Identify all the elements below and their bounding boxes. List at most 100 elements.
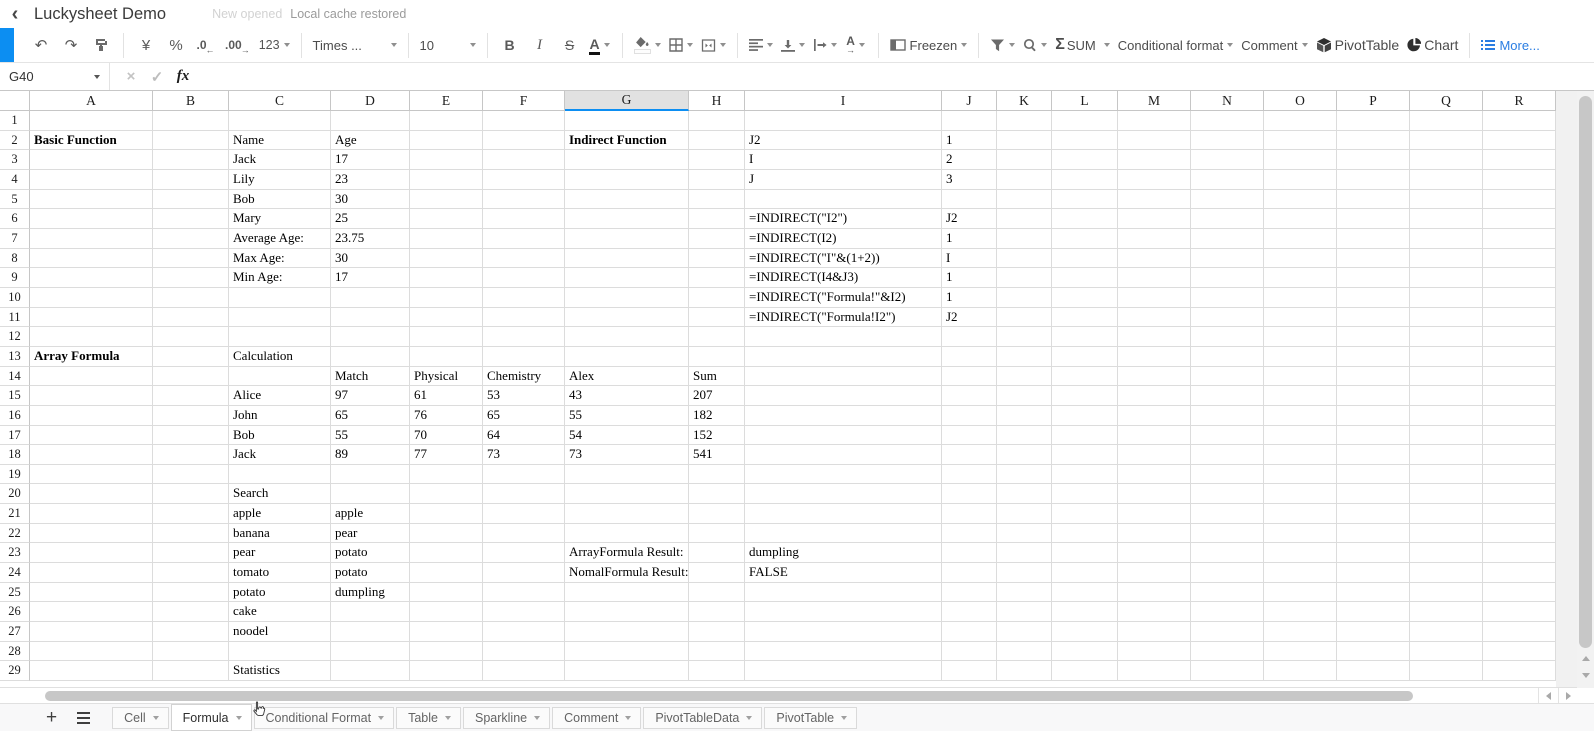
cell-E1[interactable] <box>410 111 483 131</box>
scroll-left-button[interactable] <box>1538 688 1557 703</box>
cell-H26[interactable] <box>689 602 745 623</box>
cell-C3[interactable]: Jack <box>229 150 331 170</box>
cell-B8[interactable] <box>153 248 229 269</box>
cell-A25[interactable] <box>30 582 153 603</box>
cell-M18[interactable] <box>1118 445 1191 465</box>
cell-N20[interactable] <box>1191 484 1264 505</box>
cell-H21[interactable] <box>689 504 745 524</box>
horizontal-scrollbar[interactable] <box>0 687 1577 703</box>
cell-J19[interactable] <box>942 464 997 485</box>
cell-O9[interactable] <box>1264 268 1337 288</box>
cell-C13[interactable]: Calculation <box>229 346 331 367</box>
cell-B1[interactable] <box>153 111 229 131</box>
cell-Q25[interactable] <box>1410 582 1483 603</box>
text-rotate-button[interactable]: A → <box>841 32 871 58</box>
cell-K4[interactable] <box>997 169 1052 190</box>
cell-O1[interactable] <box>1264 111 1337 131</box>
cell-M16[interactable] <box>1118 405 1191 426</box>
cell-Q1[interactable] <box>1410 111 1483 131</box>
font-size-dropdown[interactable]: 10 <box>416 32 480 58</box>
cell-F16[interactable]: 65 <box>483 405 565 426</box>
vertical-scrollbar[interactable] <box>1577 91 1594 688</box>
row-header-1[interactable]: 1 <box>0 111 30 131</box>
cell-P9[interactable] <box>1337 268 1410 288</box>
cell-Q13[interactable] <box>1410 346 1483 367</box>
cell-I22[interactable] <box>745 523 942 544</box>
cell-J8[interactable]: I <box>942 248 997 269</box>
column-header-G[interactable]: G <box>565 91 689 111</box>
cell-G23[interactable]: ArrayFormula Result: <box>565 543 689 564</box>
cell-D22[interactable]: pear <box>331 523 410 544</box>
cell-O16[interactable] <box>1264 405 1337 426</box>
cell-G7[interactable] <box>565 228 689 249</box>
cell-B14[interactable] <box>153 366 229 387</box>
cell-A19[interactable] <box>30 464 153 485</box>
row-header-24[interactable]: 24 <box>0 563 30 583</box>
cell-R19[interactable] <box>1483 464 1556 485</box>
cell-O8[interactable] <box>1264 248 1337 269</box>
cell-I11[interactable]: =INDIRECT("Formula!I2") <box>745 307 942 328</box>
pivot-table-button[interactable]: PivotTable <box>1312 32 1404 58</box>
cell-N11[interactable] <box>1191 307 1264 328</box>
cell-G12[interactable] <box>565 327 689 347</box>
cell-I19[interactable] <box>745 464 942 485</box>
cell-D25[interactable]: dumpling <box>331 582 410 603</box>
sheet-tab-table[interactable]: Table <box>396 706 461 729</box>
cell-F10[interactable] <box>483 287 565 308</box>
cell-D2[interactable]: Age <box>331 130 410 151</box>
cell-L2[interactable] <box>1052 130 1118 151</box>
cell-D13[interactable] <box>331 346 410 367</box>
cell-J4[interactable]: 3 <box>942 169 997 190</box>
cell-J20[interactable] <box>942 484 997 505</box>
cell-J17[interactable] <box>942 425 997 446</box>
cell-P7[interactable] <box>1337 228 1410 249</box>
cell-B22[interactable] <box>153 523 229 544</box>
sheet-tab-pivottable[interactable]: PivotTable <box>764 706 858 729</box>
cell-Q29[interactable] <box>1410 661 1483 682</box>
cell-F20[interactable] <box>483 484 565 505</box>
cell-D4[interactable]: 23 <box>331 169 410 190</box>
cell-C9[interactable]: Min Age: <box>229 268 331 288</box>
cell-P22[interactable] <box>1337 523 1410 544</box>
cell-K8[interactable] <box>997 248 1052 269</box>
cell-P12[interactable] <box>1337 327 1410 347</box>
cell-B2[interactable] <box>153 130 229 151</box>
cell-Q27[interactable] <box>1410 622 1483 642</box>
cell-E15[interactable]: 61 <box>410 386 483 406</box>
cell-Q17[interactable] <box>1410 425 1483 446</box>
cell-P17[interactable] <box>1337 425 1410 446</box>
cell-O19[interactable] <box>1264 464 1337 485</box>
cell-R10[interactable] <box>1483 287 1556 308</box>
cell-H8[interactable] <box>689 248 745 269</box>
cell-N18[interactable] <box>1191 445 1264 465</box>
cell-F18[interactable]: 73 <box>483 445 565 465</box>
cell-J11[interactable]: J2 <box>942 307 997 328</box>
cell-N10[interactable] <box>1191 287 1264 308</box>
increase-decimal-button[interactable]: .00→ <box>221 32 255 58</box>
cell-J18[interactable] <box>942 445 997 465</box>
cell-H19[interactable] <box>689 464 745 485</box>
cell-P18[interactable] <box>1337 445 1410 465</box>
cell-C15[interactable]: Alice <box>229 386 331 406</box>
cell-D14[interactable]: Match <box>331 366 410 387</box>
chevron-down-icon[interactable] <box>235 715 242 720</box>
row-header-22[interactable]: 22 <box>0 523 30 544</box>
cell-A4[interactable] <box>30 169 153 190</box>
cell-I26[interactable] <box>745 602 942 623</box>
redo-button[interactable]: ↷ <box>56 32 86 58</box>
cell-G8[interactable] <box>565 248 689 269</box>
cell-R11[interactable] <box>1483 307 1556 328</box>
cell-I18[interactable] <box>745 445 942 465</box>
cell-L26[interactable] <box>1052 602 1118 623</box>
cell-F2[interactable] <box>483 130 565 151</box>
cell-F1[interactable] <box>483 111 565 131</box>
sheet-tab-cell[interactable]: Cell <box>112 706 169 729</box>
cell-O28[interactable] <box>1264 641 1337 662</box>
cell-A23[interactable] <box>30 543 153 564</box>
cell-I15[interactable] <box>745 386 942 406</box>
cell-Q2[interactable] <box>1410 130 1483 151</box>
cell-F6[interactable] <box>483 209 565 229</box>
cell-C28[interactable] <box>229 641 331 662</box>
cell-H1[interactable] <box>689 111 745 131</box>
add-sheet-button[interactable]: + <box>46 708 57 727</box>
